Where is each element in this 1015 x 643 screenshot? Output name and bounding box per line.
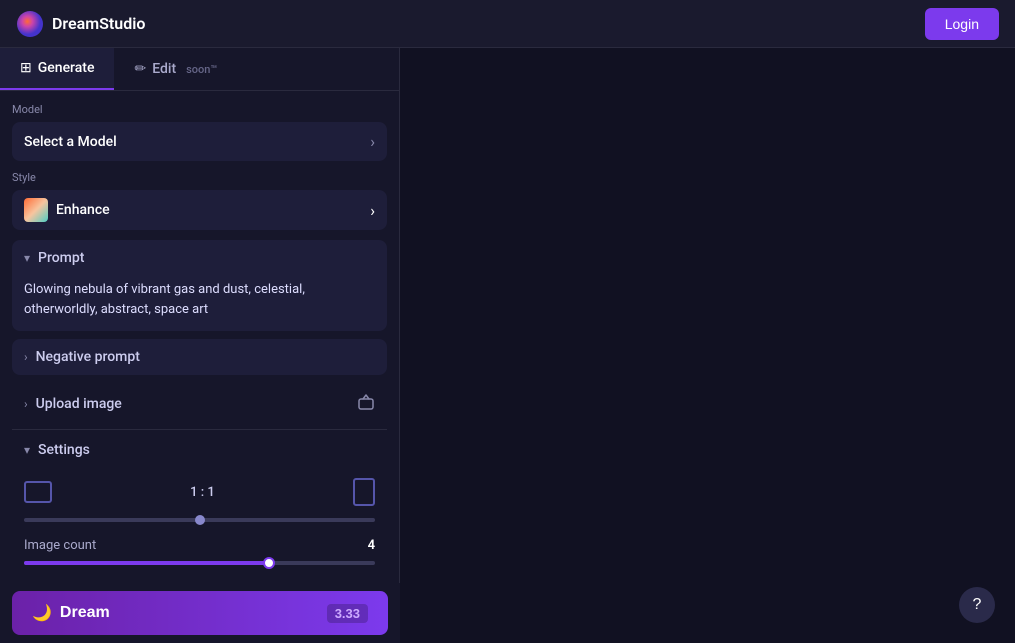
dream-btn-container: 🌙 Dream 3.33 [0, 583, 400, 643]
edit-tab-label: Edit [152, 61, 176, 77]
dream-left: 🌙 Dream [32, 603, 110, 623]
settings-label: Settings [38, 442, 90, 458]
settings-collapse-icon: ▾ [24, 443, 30, 457]
style-chevron-icon: › [370, 201, 375, 220]
aspect-landscape-icon[interactable] [24, 481, 52, 503]
style-thumbnail [24, 198, 48, 222]
aspect-portrait-icon[interactable] [353, 478, 375, 506]
image-count-label: Image count [24, 538, 96, 553]
style-selector[interactable]: Enhance › [12, 190, 387, 230]
tab-bar: ⊞ Generate ✏ Edit soon™ [0, 48, 399, 91]
main-layout: ⊞ Generate ✏ Edit soon™ Model Select a M… [0, 48, 1015, 643]
help-button[interactable]: ? [959, 587, 995, 623]
panel-content: Model Select a Model › Style Enhance › ▾… [0, 91, 399, 643]
image-count-section: Image count 4 [12, 534, 387, 573]
count-slider-thumb[interactable] [263, 557, 275, 569]
right-area: ? [400, 48, 1015, 643]
upload-expand-icon: › [24, 397, 28, 411]
share-icon [357, 393, 375, 415]
model-label: Model [12, 103, 387, 116]
upload-left: › Upload image [24, 396, 122, 412]
prompt-textarea[interactable]: Glowing nebula of vibrant gas and dust, … [12, 276, 387, 331]
login-button[interactable]: Login [925, 8, 999, 40]
dream-moon-icon: 🌙 [32, 603, 52, 623]
model-selected: Select a Model [24, 134, 117, 150]
style-left: Enhance [24, 198, 110, 222]
prompt-collapse-icon: ▾ [24, 251, 30, 265]
app-name: DreamStudio [52, 14, 145, 33]
aspect-ratio-row: 1 : 1 [12, 474, 387, 510]
upload-label: Upload image [36, 396, 122, 412]
soon-badge: soon™ [186, 63, 217, 76]
aspect-slider-thumb[interactable] [195, 515, 205, 525]
tab-edit[interactable]: ✏ Edit soon™ [114, 48, 237, 90]
navbar: DreamStudio Login [0, 0, 1015, 48]
prompt-text: Glowing nebula of vibrant gas and dust, … [24, 280, 375, 319]
negative-prompt-label: Negative prompt [36, 349, 140, 365]
upload-row[interactable]: › Upload image [12, 383, 387, 425]
dream-button[interactable]: 🌙 Dream 3.33 [12, 591, 388, 635]
aspect-ratio-value: 1 : 1 [190, 485, 215, 500]
generate-icon: ⊞ [20, 60, 32, 76]
left-panel: ⊞ Generate ✏ Edit soon™ Model Select a M… [0, 48, 400, 643]
settings-row[interactable]: ▾ Settings [12, 434, 387, 466]
aspect-slider-row [12, 518, 387, 522]
generate-tab-label: Generate [38, 60, 95, 76]
aspect-slider[interactable] [24, 518, 375, 522]
count-slider-fill [24, 561, 270, 565]
model-chevron-icon: › [370, 132, 375, 151]
negative-expand-icon: › [24, 350, 28, 364]
prompt-header[interactable]: ▾ Prompt [12, 240, 387, 276]
prompt-section: ▾ Prompt Glowing nebula of vibrant gas a… [12, 240, 387, 331]
image-count-header: Image count 4 [24, 538, 375, 553]
style-selected: Enhance [56, 202, 110, 218]
tab-generate[interactable]: ⊞ Generate [0, 48, 114, 90]
logo: DreamStudio [16, 10, 145, 38]
image-count-value: 4 [368, 538, 375, 553]
model-selector[interactable]: Select a Model › [12, 122, 387, 161]
style-label: Style [12, 171, 387, 184]
image-count-slider[interactable] [24, 561, 375, 565]
negative-prompt-row[interactable]: › Negative prompt [12, 339, 387, 375]
prompt-label: Prompt [38, 250, 84, 266]
logo-icon [16, 10, 44, 38]
dream-credits: 3.33 [327, 604, 368, 623]
dream-label: Dream [60, 604, 110, 622]
divider-1 [12, 429, 387, 430]
edit-icon: ✏ [134, 61, 146, 77]
